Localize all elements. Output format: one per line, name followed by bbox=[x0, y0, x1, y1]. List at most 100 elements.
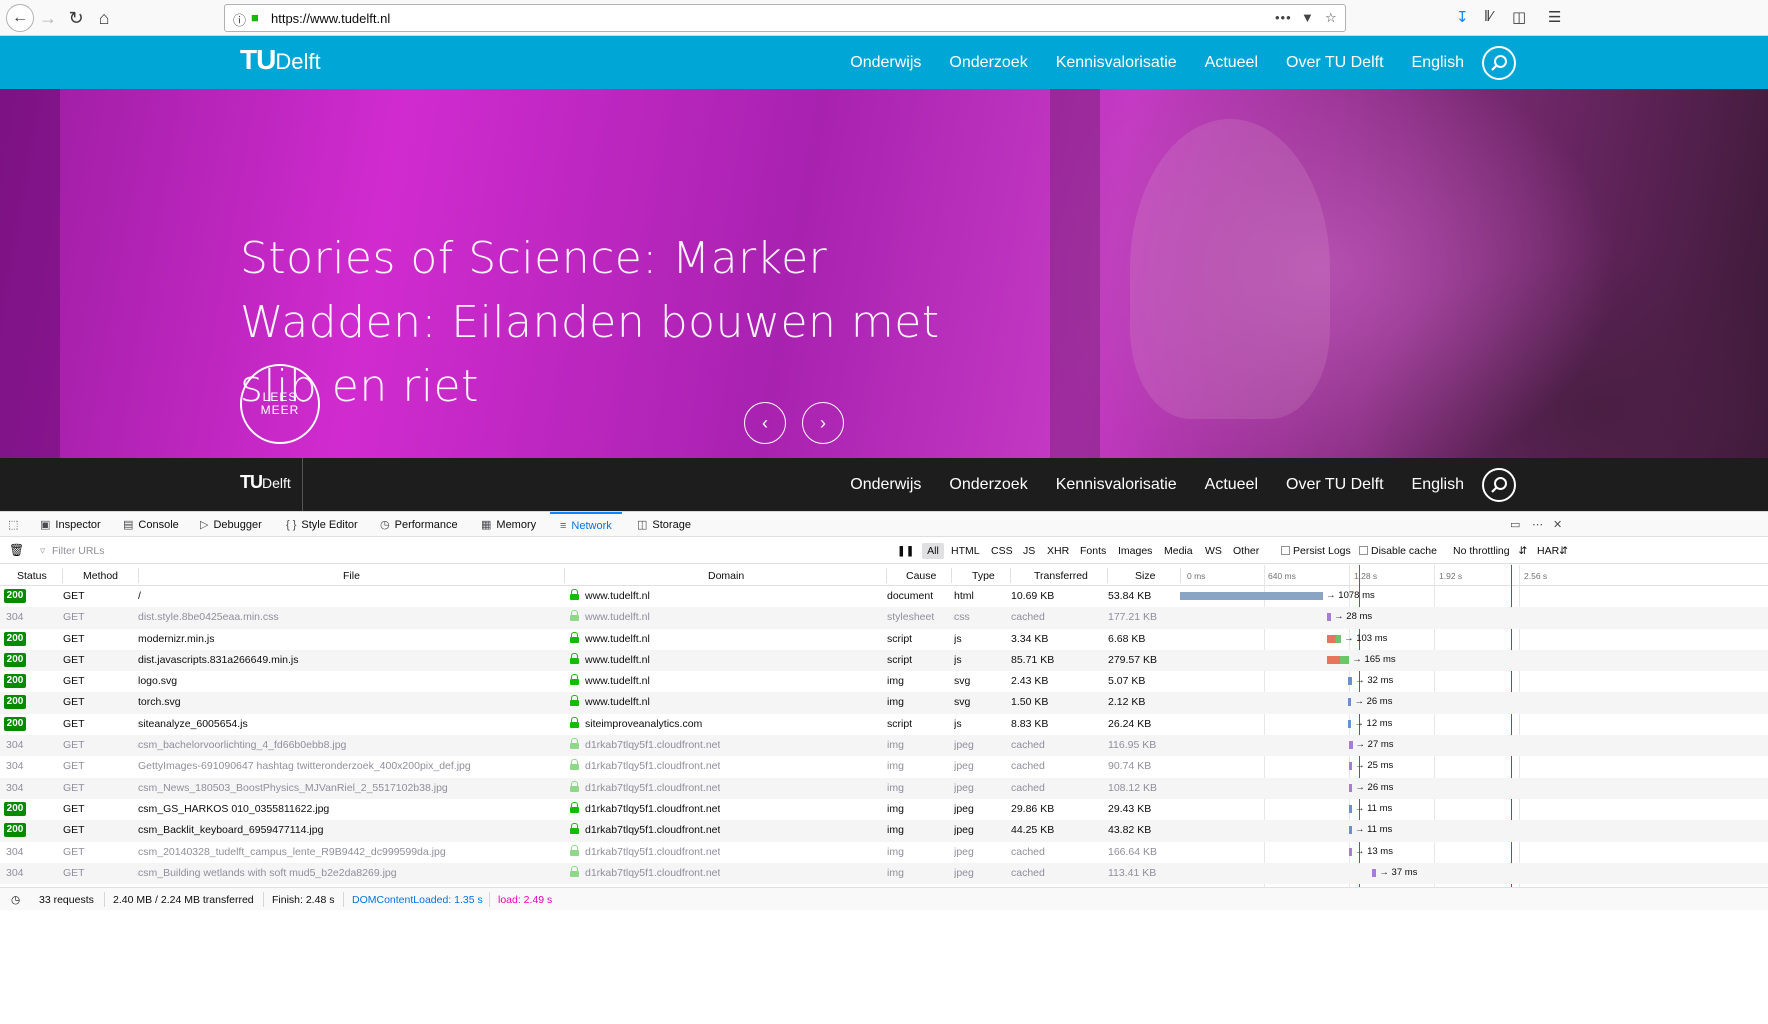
url-bar[interactable]: ⓘ ■ https://www.tudelft.nl ••• ▼ ☆ bbox=[224, 4, 1346, 32]
tab-network[interactable]: ≡ Network bbox=[550, 512, 622, 537]
hero-title[interactable]: Stories of Science: Marker Wadden: Eilan… bbox=[240, 227, 1000, 419]
request-row[interactable]: 200 GET modernizr.min.js www.tudelft.nl scri… bbox=[0, 629, 1768, 650]
request-row[interactable]: 200 GET torch.svg www.tudelft.nl img svg 1.50 … bbox=[0, 692, 1768, 714]
nav-actueel[interactable]: Actueel bbox=[1205, 54, 1258, 72]
filter-fonts[interactable]: Fonts bbox=[1080, 545, 1106, 557]
secure-lock-icon bbox=[570, 610, 579, 622]
more-options-icon[interactable]: ⋯ bbox=[1532, 512, 1543, 537]
sidebar-icon[interactable]: ◫ bbox=[1512, 8, 1526, 26]
request-row[interactable]: 304 GET csm_Building wetlands with soft mu… bbox=[0, 862, 1768, 885]
tab-memory[interactable]: ▦ Memory bbox=[481, 512, 536, 537]
persist-logs-checkbox[interactable]: Persist Logs bbox=[1281, 545, 1351, 557]
reload-icon[interactable]: ↻ bbox=[64, 6, 88, 30]
performance-icon: ◷ bbox=[380, 519, 390, 531]
lock-icon[interactable]: ■ bbox=[251, 10, 259, 25]
menu-icon[interactable]: ☰ bbox=[1548, 8, 1561, 26]
request-row[interactable]: 304 GET csm_News_180503_BoostPhysics_MJVan… bbox=[0, 777, 1768, 799]
filter-xhr[interactable]: XHR bbox=[1047, 545, 1069, 557]
col-size[interactable]: Size bbox=[1135, 570, 1155, 582]
nav-english[interactable]: English bbox=[1412, 54, 1464, 72]
tab-performance[interactable]: ◷ Performance bbox=[380, 512, 458, 537]
page-actions-icon[interactable]: ••• bbox=[1275, 10, 1292, 25]
col-status[interactable]: Status bbox=[17, 570, 47, 582]
waterfall-bar bbox=[1348, 847, 1352, 856]
request-row[interactable]: 200 GET csm_Backlit_keyboard_6959477114.jp… bbox=[0, 820, 1768, 842]
request-row[interactable]: 304 GET csm_20140328_tudelft_campus_lente_… bbox=[0, 842, 1768, 863]
home-icon[interactable]: ⌂ bbox=[92, 6, 116, 30]
reload-performance-icon[interactable]: ◷ bbox=[11, 894, 20, 906]
filter-ws[interactable]: WS bbox=[1205, 545, 1222, 557]
clear-trash-icon[interactable]: 🗑 bbox=[9, 543, 24, 557]
downloads-icon[interactable]: ↧ bbox=[1456, 8, 1469, 26]
request-row[interactable]: 200 GET siteanalyze_6005654.js siteimprovea… bbox=[0, 714, 1768, 735]
col-cause[interactable]: Cause bbox=[906, 570, 936, 582]
request-size: 5.07 KB bbox=[1108, 675, 1146, 688]
bookmark-star-icon[interactable]: ☆ bbox=[1325, 10, 1337, 26]
tu-delft-logo[interactable]: TUDelft bbox=[240, 44, 321, 76]
nav-onderwijs[interactable]: Onderwijs bbox=[850, 54, 921, 72]
request-file: modernizr.min.js bbox=[138, 632, 215, 645]
read-more-button[interactable]: LEES MEER bbox=[240, 364, 320, 444]
sticky-nav-onderzoek[interactable]: Onderzoek bbox=[949, 476, 1027, 494]
slider-next-button[interactable]: › bbox=[802, 402, 844, 444]
sticky-search-button[interactable] bbox=[1482, 467, 1516, 502]
sticky-nav-over-tu-delft[interactable]: Over TU Delft bbox=[1286, 476, 1384, 494]
tab-console[interactable]: ▤ Console bbox=[123, 512, 179, 537]
throttling-select[interactable]: No throttling ⇵ bbox=[1453, 545, 1527, 557]
sticky-nav-actueel[interactable]: Actueel bbox=[1205, 476, 1258, 494]
pause-icon[interactable]: ❚❚ bbox=[897, 545, 915, 557]
pick-element-icon[interactable]: ⬚ bbox=[8, 512, 18, 537]
info-icon[interactable]: ⓘ bbox=[233, 10, 246, 29]
col-method[interactable]: Method bbox=[83, 570, 118, 582]
filter-css[interactable]: CSS bbox=[991, 545, 1013, 557]
filter-images[interactable]: Images bbox=[1118, 545, 1152, 557]
disable-cache-checkbox[interactable]: Disable cache bbox=[1359, 545, 1437, 557]
waterfall-time: → 103 ms bbox=[1344, 632, 1388, 644]
request-type: svg bbox=[954, 675, 971, 688]
request-row[interactable]: 200 GET logo.svg www.tudelft.nl img svg 2.43 K… bbox=[0, 671, 1768, 692]
search-button[interactable] bbox=[1482, 45, 1516, 80]
sticky-nav-kennisvalorisatie[interactable]: Kennisvalorisatie bbox=[1056, 476, 1177, 494]
nav-over-tu-delft[interactable]: Over TU Delft bbox=[1286, 54, 1384, 72]
tab-style-editor[interactable]: { } Style Editor bbox=[286, 512, 358, 537]
col-domain[interactable]: Domain bbox=[708, 570, 744, 582]
forward-arrow-icon[interactable]: → bbox=[36, 6, 60, 30]
col-type[interactable]: Type bbox=[972, 570, 995, 582]
url-text[interactable]: https://www.tudelft.nl bbox=[271, 11, 390, 26]
filter-urls-input[interactable]: Filter URLs bbox=[52, 545, 105, 557]
request-row[interactable]: 304 GET dist.style.8be0425eaa.min.css www.t… bbox=[0, 607, 1768, 629]
slider-prev-button[interactable]: ‹ bbox=[744, 402, 786, 444]
nav-onderzoek[interactable]: Onderzoek bbox=[949, 54, 1027, 72]
har-menu[interactable]: HAR⇵ bbox=[1537, 545, 1568, 557]
back-arrow-icon[interactable]: ← bbox=[6, 4, 34, 32]
nav-kennisvalorisatie[interactable]: Kennisvalorisatie bbox=[1056, 54, 1177, 72]
tab-memory-label: Memory bbox=[496, 518, 537, 531]
request-method: GET bbox=[63, 866, 85, 879]
sticky-nav-english[interactable]: English bbox=[1412, 476, 1464, 494]
request-row[interactable]: 304 GET csm_bachelorvoorlichting_4_fd66b0e… bbox=[0, 735, 1768, 757]
waterfall-time: → 25 ms bbox=[1355, 760, 1394, 772]
filter-html[interactable]: HTML bbox=[951, 545, 980, 557]
request-row[interactable]: 200 GET dist.javascripts.831a266649.min.js… bbox=[0, 649, 1768, 672]
filter-media[interactable]: Media bbox=[1164, 545, 1193, 557]
secure-lock-icon bbox=[570, 674, 579, 686]
pocket-icon[interactable]: ▼ bbox=[1301, 10, 1314, 25]
col-file[interactable]: File bbox=[343, 570, 360, 582]
filter-all[interactable]: All bbox=[922, 543, 944, 559]
filter-js[interactable]: JS bbox=[1023, 545, 1035, 557]
dock-toggle-icon[interactable]: ▭ bbox=[1510, 512, 1520, 537]
tab-inspector[interactable]: ▣ Inspector bbox=[40, 512, 101, 537]
tab-storage[interactable]: ◫ Storage bbox=[637, 512, 691, 537]
col-transferred[interactable]: Transferred bbox=[1034, 570, 1088, 582]
tab-debugger[interactable]: ▷ Debugger bbox=[200, 512, 262, 537]
request-row[interactable]: 200 GET csm_GS_HARKOS 010_0355811622.jpg d1… bbox=[0, 799, 1768, 820]
sticky-nav-onderwijs[interactable]: Onderwijs bbox=[850, 476, 921, 494]
request-row[interactable]: 200 GET / www.tudelft.nl document html 10.69 K… bbox=[0, 586, 1768, 607]
close-devtools-icon[interactable]: ✕ bbox=[1553, 512, 1562, 537]
request-method: GET bbox=[63, 824, 85, 837]
library-icon[interactable]: ‖⁄ bbox=[1484, 8, 1493, 25]
sticky-logo[interactable]: TUDelft bbox=[240, 472, 291, 493]
request-row[interactable]: 304 GET GettyImages-691090647 hashtag twit… bbox=[0, 756, 1768, 777]
filter-other[interactable]: Other bbox=[1233, 545, 1259, 557]
timeline-tick-1: 640 ms bbox=[1268, 571, 1296, 581]
